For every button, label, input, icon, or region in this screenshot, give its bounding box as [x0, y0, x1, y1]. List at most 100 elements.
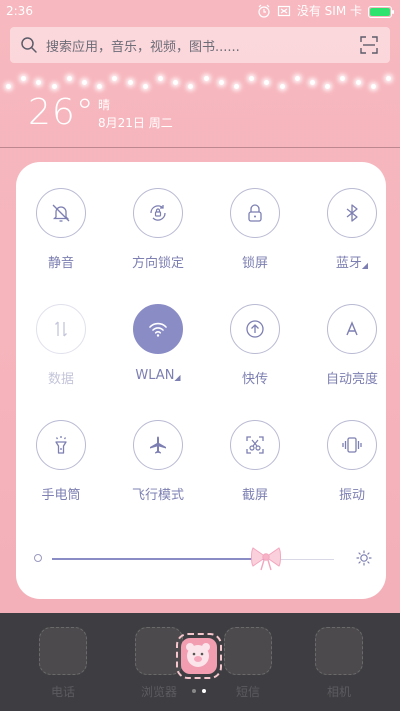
weather-condition: 晴: [98, 98, 111, 112]
tile-airplane[interactable]: 飞行模式: [113, 420, 203, 503]
tile-label: 振动: [307, 484, 397, 503]
more-options-indicator: ◢: [361, 261, 369, 270]
brightness-high-icon: [356, 550, 372, 566]
tile-label-text: 数据: [47, 372, 74, 387]
dock-app-camera[interactable]: 相机: [304, 627, 374, 700]
brightness-low-icon: [34, 554, 42, 562]
tile-rotation-lock[interactable]: 方向锁定: [113, 188, 203, 271]
tile-bell-mute[interactable]: 静音: [16, 188, 106, 271]
tile-label-text: 截屏: [241, 488, 268, 503]
tile-button[interactable]: [133, 188, 183, 238]
tile-label: 飞行模式: [113, 484, 203, 503]
sms-icon: [224, 627, 272, 675]
light-dot: [355, 80, 361, 85]
tile-label: 锁屏: [210, 252, 300, 271]
light-dot: [21, 76, 27, 81]
light-dot: [6, 84, 11, 89]
tile-button[interactable]: [327, 304, 377, 354]
search-bar[interactable]: 搜索应用，音乐，视频，图书......: [10, 27, 390, 63]
tile-label-text: 静音: [47, 256, 74, 271]
clock: 2:36: [6, 4, 33, 18]
tile-label: 蓝牙◢: [307, 252, 397, 271]
page-dot: [202, 689, 206, 693]
tile-bluetooth[interactable]: 蓝牙◢: [307, 188, 397, 271]
light-dot: [310, 80, 315, 85]
tile-label-text: 振动: [338, 488, 365, 503]
tile-mobile-data[interactable]: 数据: [16, 304, 106, 387]
search-placeholder: 搜索应用，音乐，视频，图书......: [46, 39, 240, 55]
airplane-icon: [150, 436, 166, 454]
tile-button[interactable]: [36, 188, 86, 238]
tile-label: 静音: [16, 252, 106, 271]
bluetooth-icon: [346, 204, 358, 222]
light-dot: [386, 76, 391, 81]
carrier-text: 没有 SIM 卡: [296, 4, 362, 18]
dock-app-phone[interactable]: 电话: [28, 627, 98, 700]
more-options-indicator: ◢: [174, 373, 181, 382]
tile-button[interactable]: [133, 420, 183, 470]
tile-label-text: 手电筒: [41, 488, 81, 503]
recent-app-thumbnail[interactable]: [176, 633, 222, 679]
auto-brightness-icon: [346, 321, 358, 336]
alarm-icon: [258, 4, 270, 18]
dock-app-label: 相机: [326, 685, 351, 699]
tile-button[interactable]: [36, 304, 86, 354]
weather-widget[interactable]: 26° 晴 8月21日 周二: [28, 92, 173, 133]
light-dot: [188, 84, 194, 89]
tile-label-text: 自动亮度: [325, 372, 378, 387]
bell-mute-icon: [52, 204, 70, 222]
tile-label-text: 快传: [241, 372, 268, 387]
tile-label: 截屏: [210, 484, 300, 503]
light-dot: [36, 80, 42, 85]
tile-screenshot[interactable]: 截屏: [210, 420, 300, 503]
rotation-lock-icon: [150, 205, 166, 221]
divider: [0, 147, 400, 148]
light-dot: [112, 76, 118, 81]
tile-button[interactable]: [327, 420, 377, 470]
status-bar: 2:36 没有 SIM 卡: [0, 0, 400, 22]
tile-quick-transfer[interactable]: 快传: [210, 304, 300, 387]
tile-lock[interactable]: 锁屏: [210, 188, 300, 271]
light-dot: [249, 76, 255, 81]
light-dot: [370, 84, 376, 89]
tile-button[interactable]: [133, 304, 183, 354]
screenshot-icon: [246, 436, 264, 454]
temperature: 26°: [28, 92, 95, 133]
light-dot: [340, 76, 346, 81]
light-dot: [158, 76, 163, 81]
light-dot: [142, 84, 148, 89]
light-dot: [279, 84, 285, 89]
battery-icon: [368, 5, 394, 18]
scan-icon[interactable]: [360, 36, 378, 54]
bow-slider-thumb[interactable]: [250, 545, 282, 571]
tile-label-text: 飞行模式: [131, 488, 184, 503]
tile-label: 自动亮度: [307, 368, 397, 387]
tile-button[interactable]: [327, 188, 377, 238]
decorative-lights: [0, 70, 400, 94]
light-dot: [66, 76, 72, 81]
tile-wifi[interactable]: WLAN◢: [113, 304, 203, 383]
dock-app-label: 浏览器: [140, 685, 177, 699]
status-icons: 没有 SIM 卡: [257, 0, 394, 22]
tile-button[interactable]: [230, 304, 280, 354]
tile-auto-brightness[interactable]: 自动亮度: [307, 304, 397, 387]
search-icon: [21, 37, 37, 53]
weather-date: 8月21日 周二: [98, 116, 173, 130]
page-dot: [192, 689, 196, 693]
quick-transfer-icon: [246, 320, 264, 338]
brightness-slider[interactable]: [34, 545, 372, 571]
tile-button[interactable]: [230, 188, 280, 238]
light-dot: [51, 84, 57, 89]
light-dot: [127, 80, 133, 85]
light-dot: [97, 84, 103, 89]
tile-button[interactable]: [230, 420, 280, 470]
light-dot: [173, 80, 179, 85]
dock-app-sms[interactable]: 短信: [213, 627, 283, 700]
light-dot: [218, 80, 224, 85]
tile-flashlight[interactable]: 手电筒: [16, 420, 106, 503]
phone-icon: [39, 627, 87, 675]
flashlight-icon: [55, 436, 67, 454]
tile-label: 手电筒: [16, 484, 106, 503]
tile-vibrate[interactable]: 振动: [307, 420, 397, 503]
tile-button[interactable]: [36, 420, 86, 470]
